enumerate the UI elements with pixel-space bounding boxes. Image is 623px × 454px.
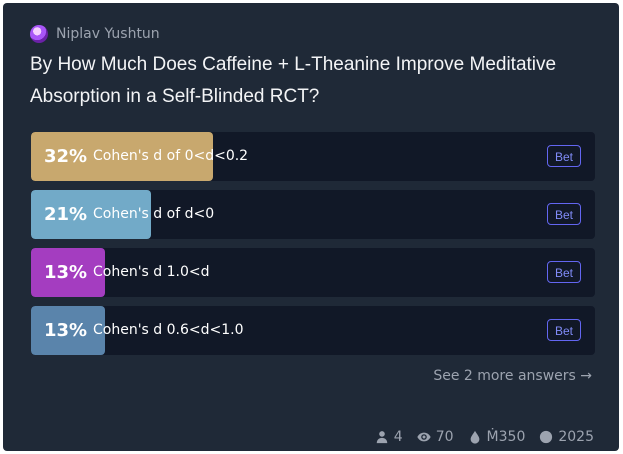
views-count: 70 [435,429,454,445]
answer-row[interactable]: 21% Cohen's d of d<0 Bet [31,190,595,239]
answer-row[interactable]: 13% Cohen's d 0.6<d<1.0 Bet [31,306,595,355]
bet-button[interactable]: Bet [546,261,581,283]
market-stats: 4 70 Ṁ350 2025 [375,429,594,445]
answer-row[interactable]: 13% Cohen's d 1.0<d Bet [31,248,595,297]
close-date-stat: 2025 [539,429,594,445]
traders-stat: 4 [375,429,403,445]
author[interactable]: Niplav Yushtun [30,25,160,43]
close-year: 2025 [558,429,594,445]
market-card[interactable]: Niplav Yushtun By How Much Does Caffeine… [3,3,619,451]
bet-button[interactable]: Bet [546,319,581,341]
views-stat: 70 [417,429,454,445]
droplet-icon [470,430,479,444]
answer-label: Cohen's d of 0<d<0.2 [93,148,249,164]
see-more-answers-link[interactable]: See 2 more answers → [433,368,592,384]
answers-list: 32% Cohen's d of 0<d<0.2 Bet 21% Cohen's… [31,132,595,364]
volume-stat: Ṁ350 [468,429,526,445]
answer-percent: 32% [44,146,88,167]
answer-percent: 21% [44,204,88,225]
bet-button[interactable]: Bet [546,203,581,225]
answer-row[interactable]: 32% Cohen's d of 0<d<0.2 Bet [31,132,595,181]
answer-label: Cohen's d 0.6<d<1.0 [93,322,244,338]
question-title[interactable]: By How Much Does Caffeine + L-Theanine I… [30,49,600,113]
bet-button[interactable]: Bet [546,145,581,167]
author-name: Niplav Yushtun [56,26,160,42]
volume-amount: Ṁ350 [486,429,526,445]
answer-label: Cohen's d 1.0<d [93,264,210,280]
avatar [30,25,48,43]
answer-percent: 13% [44,262,88,283]
clock-icon [540,430,553,444]
traders-count: 4 [393,429,403,445]
eye-icon [417,432,431,442]
answer-percent: 13% [44,320,88,341]
person-icon [376,431,388,444]
answer-label: Cohen's d of d<0 [93,206,215,222]
